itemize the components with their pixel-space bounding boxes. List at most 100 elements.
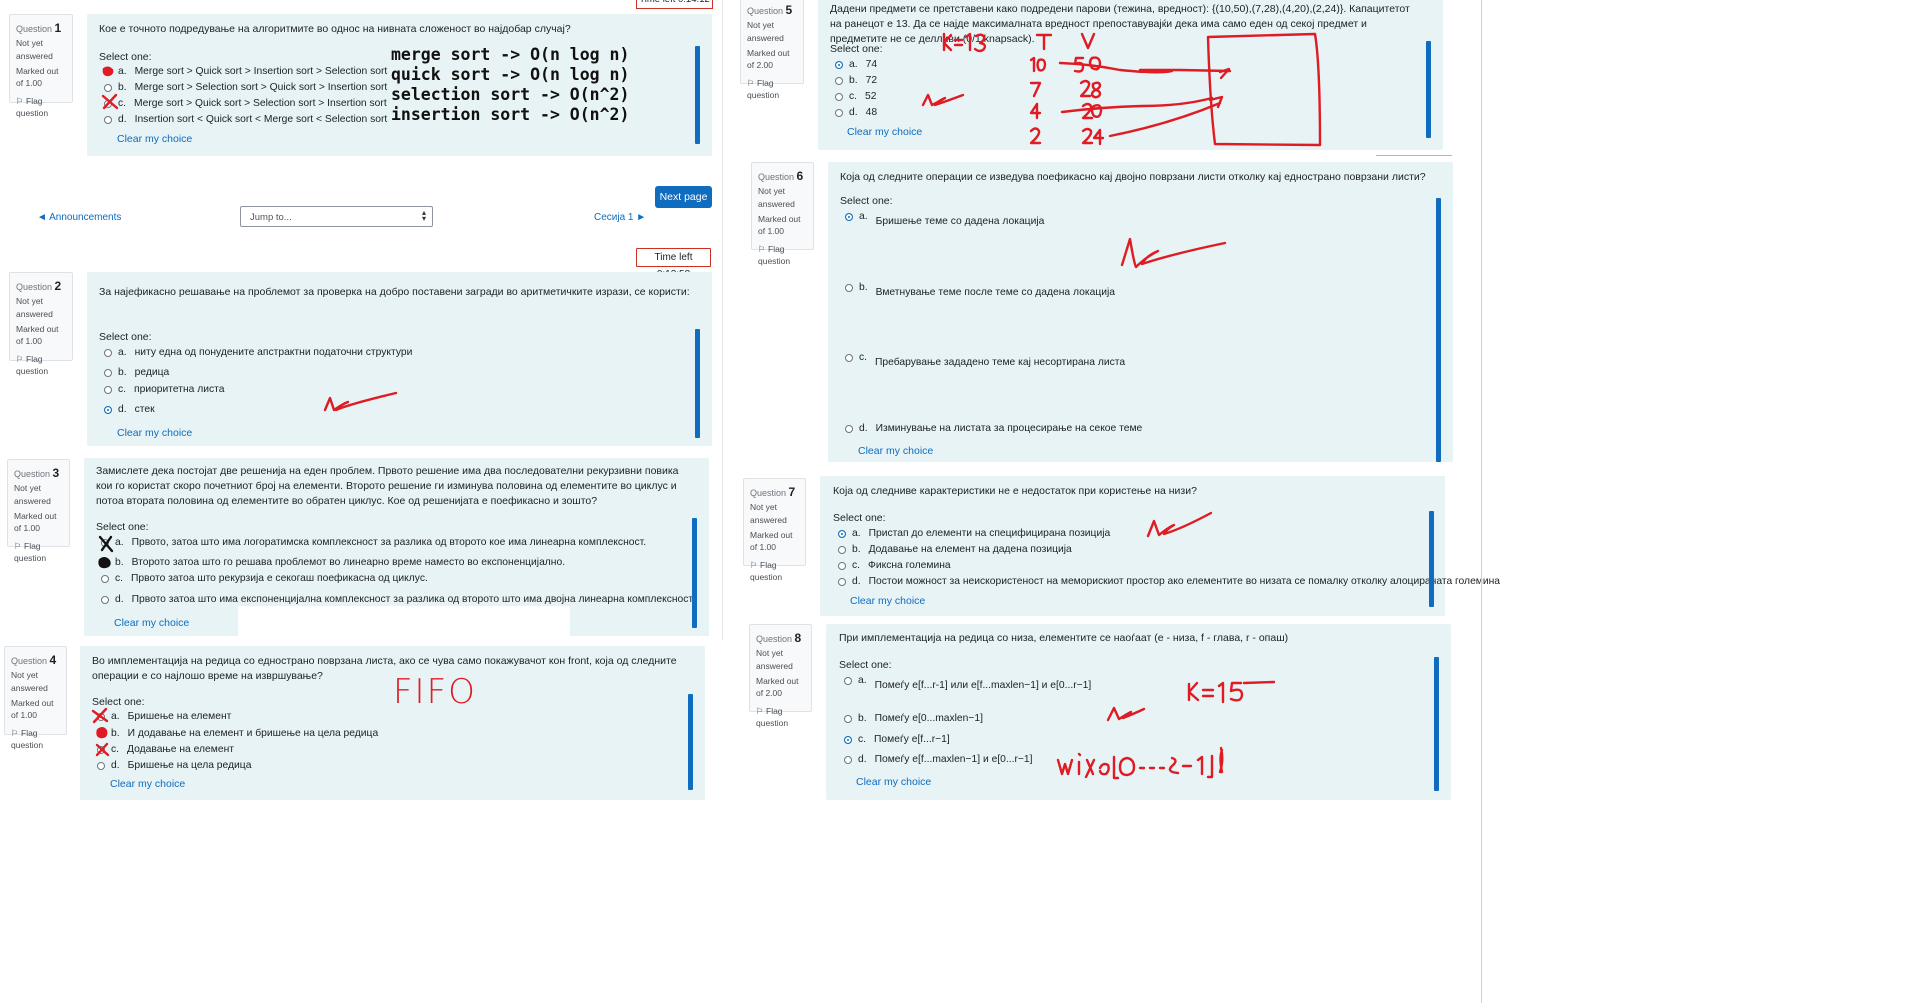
select-one-label: Select one: [840, 195, 893, 207]
option-c[interactable]: c. Првото затоа што рекурзија е секогаш п… [101, 573, 428, 584]
option-c[interactable]: c. Додавање на елемент [97, 744, 234, 755]
jump-to-select[interactable]: Jump to... ▴ ▾ [240, 206, 433, 227]
option-a[interactable]: a. Првото, затоа што има логоратимска ком… [101, 537, 646, 548]
scrollbar[interactable] [1434, 657, 1439, 791]
option-d[interactable]: d. Бришење на цела редица [97, 760, 251, 771]
scrollbar[interactable] [688, 694, 693, 790]
clear-choice-link[interactable]: Clear my choice [856, 776, 931, 788]
radio-button[interactable] [97, 745, 105, 754]
option-d[interactable]: d. 48 [835, 107, 877, 118]
option-b[interactable]: b. редица [104, 367, 169, 378]
flag-question-link[interactable]: ⚐ Flag question [758, 243, 807, 268]
radio-button[interactable] [835, 76, 843, 85]
question-mark: Marked out of 1.00 [16, 66, 59, 89]
option-c[interactable]: c. Пребарување зададено теме кај несортир… [845, 352, 1125, 368]
option-d[interactable]: d. Помеѓу e[f...maxlen−1] и e[0...r−1] [844, 754, 1033, 765]
radio-button[interactable] [104, 385, 112, 394]
radio-button[interactable] [838, 545, 846, 554]
radio-button[interactable] [104, 115, 112, 124]
radio-button[interactable] [97, 712, 105, 721]
scrollbar[interactable] [1426, 41, 1431, 138]
clear-choice-link[interactable]: Clear my choice [847, 126, 922, 138]
radio-button[interactable] [101, 595, 109, 604]
option-label: редица [134, 367, 170, 378]
option-c[interactable]: c. Merge sort > Quick sort > Selection so… [104, 98, 387, 109]
option-c[interactable]: c. Помеѓу e[f...r−1] [844, 734, 950, 745]
radio-button-selected[interactable] [844, 735, 852, 744]
radio-button[interactable] [835, 92, 843, 101]
flag-icon: ⚐ [14, 540, 22, 551]
radio-button[interactable] [104, 67, 112, 76]
radio-button[interactable] [844, 676, 852, 685]
option-b[interactable]: b. Помеѓу e[0...maxlen−1] [844, 713, 983, 724]
option-b[interactable]: b. Merge sort > Selection sort > Quick so… [104, 82, 387, 93]
option-a[interactable]: a. Пристап до елементи на специфицирана п… [838, 528, 1110, 539]
option-d[interactable]: d. стек [104, 404, 155, 415]
next-page-button[interactable]: Next page [655, 186, 712, 208]
flag-question-link[interactable]: ⚐ Flag question [750, 559, 799, 584]
radio-button[interactable] [838, 561, 846, 570]
scrollbar[interactable] [695, 329, 700, 438]
scrollbar[interactable] [692, 518, 697, 628]
flag-question-link[interactable]: ⚐ Flag question [747, 77, 797, 102]
radio-button[interactable] [845, 424, 853, 433]
radio-button[interactable] [845, 353, 853, 362]
option-d[interactable]: d. Првото затоа што има експоненцијална к… [101, 594, 695, 605]
radio-button-selected[interactable] [838, 529, 846, 538]
scrollbar[interactable] [695, 46, 700, 144]
option-d[interactable]: d. Постои можност за неискористеност на м… [838, 576, 1500, 587]
option-d[interactable]: d. Изминување на листата за процесирање н… [845, 423, 1142, 434]
flag-question-link[interactable]: ⚐ Flag question [756, 705, 805, 730]
option-b[interactable]: b. И додавање на елемент и бришење на цел… [97, 728, 378, 739]
radio-button[interactable] [838, 577, 846, 586]
option-a[interactable]: a. ниту една од понудените апстрактни под… [104, 347, 412, 358]
radio-button[interactable] [104, 348, 112, 357]
question-label: Question [14, 469, 51, 479]
option-letter: b. [111, 728, 120, 739]
radio-button[interactable] [104, 368, 112, 377]
option-c[interactable]: c. приоритетна листа [104, 384, 225, 395]
session-link[interactable]: Сесија 1 ► [594, 212, 646, 223]
question-state: Not yet answered [758, 186, 795, 209]
option-b[interactable]: b. 72 [835, 75, 877, 86]
clear-choice-link[interactable]: Clear my choice [850, 595, 925, 607]
radio-button-selected[interactable] [835, 60, 843, 69]
clear-choice-link[interactable]: Clear my choice [114, 617, 189, 629]
option-b[interactable]: b. Вметнување теме после теме со дадена л… [845, 282, 1115, 298]
radio-button[interactable] [845, 283, 853, 292]
flag-question-link[interactable]: ⚐ Flag question [16, 95, 66, 120]
radio-button[interactable] [97, 729, 105, 738]
radio-button-selected[interactable] [104, 405, 112, 414]
flag-question-link[interactable]: ⚐ Flag question [14, 540, 63, 565]
clear-choice-link[interactable]: Clear my choice [110, 778, 185, 790]
radio-button-selected[interactable] [845, 212, 853, 221]
option-b[interactable]: b. Додавање на елемент на дадена позиција [838, 544, 1072, 555]
option-d[interactable]: d. Insertion sort < Quick sort < Merge so… [104, 114, 387, 125]
option-a[interactable]: a. Бришење теме со дадена локација [845, 211, 1044, 227]
radio-button[interactable] [104, 99, 112, 108]
radio-button[interactable] [101, 558, 109, 567]
clear-choice-link[interactable]: Clear my choice [858, 445, 933, 457]
radio-button[interactable] [101, 538, 109, 547]
option-a[interactable]: a. Помеѓу e[f...r-1] или e[f...maxlen−1] … [844, 675, 1091, 691]
radio-button[interactable] [835, 108, 843, 117]
radio-button[interactable] [104, 83, 112, 92]
question-state: Not yet answered [11, 670, 48, 693]
option-a[interactable]: a. Merge sort > Quick sort > Insertion so… [104, 66, 387, 77]
scrollbar[interactable] [1436, 198, 1441, 462]
option-c[interactable]: c. 52 [835, 91, 876, 102]
announcements-link[interactable]: ◄ Announcements [37, 212, 121, 223]
option-b[interactable]: b. Второто затоа што го решава проблемот … [101, 557, 565, 568]
clear-choice-link[interactable]: Clear my choice [117, 133, 192, 145]
flag-question-link[interactable]: ⚐ Flag question [16, 353, 66, 378]
option-c[interactable]: c. Фиксна големина [838, 560, 951, 571]
radio-button[interactable] [97, 761, 105, 770]
option-a[interactable]: a. 74 [835, 59, 877, 70]
option-a[interactable]: a. Бришење на елемент [97, 711, 231, 722]
scrollbar[interactable] [1429, 511, 1434, 607]
radio-button[interactable] [844, 755, 852, 764]
flag-question-link[interactable]: ⚐ Flag question [11, 727, 60, 752]
radio-button[interactable] [844, 714, 852, 723]
clear-choice-link[interactable]: Clear my choice [117, 427, 192, 439]
radio-button[interactable] [101, 574, 109, 583]
